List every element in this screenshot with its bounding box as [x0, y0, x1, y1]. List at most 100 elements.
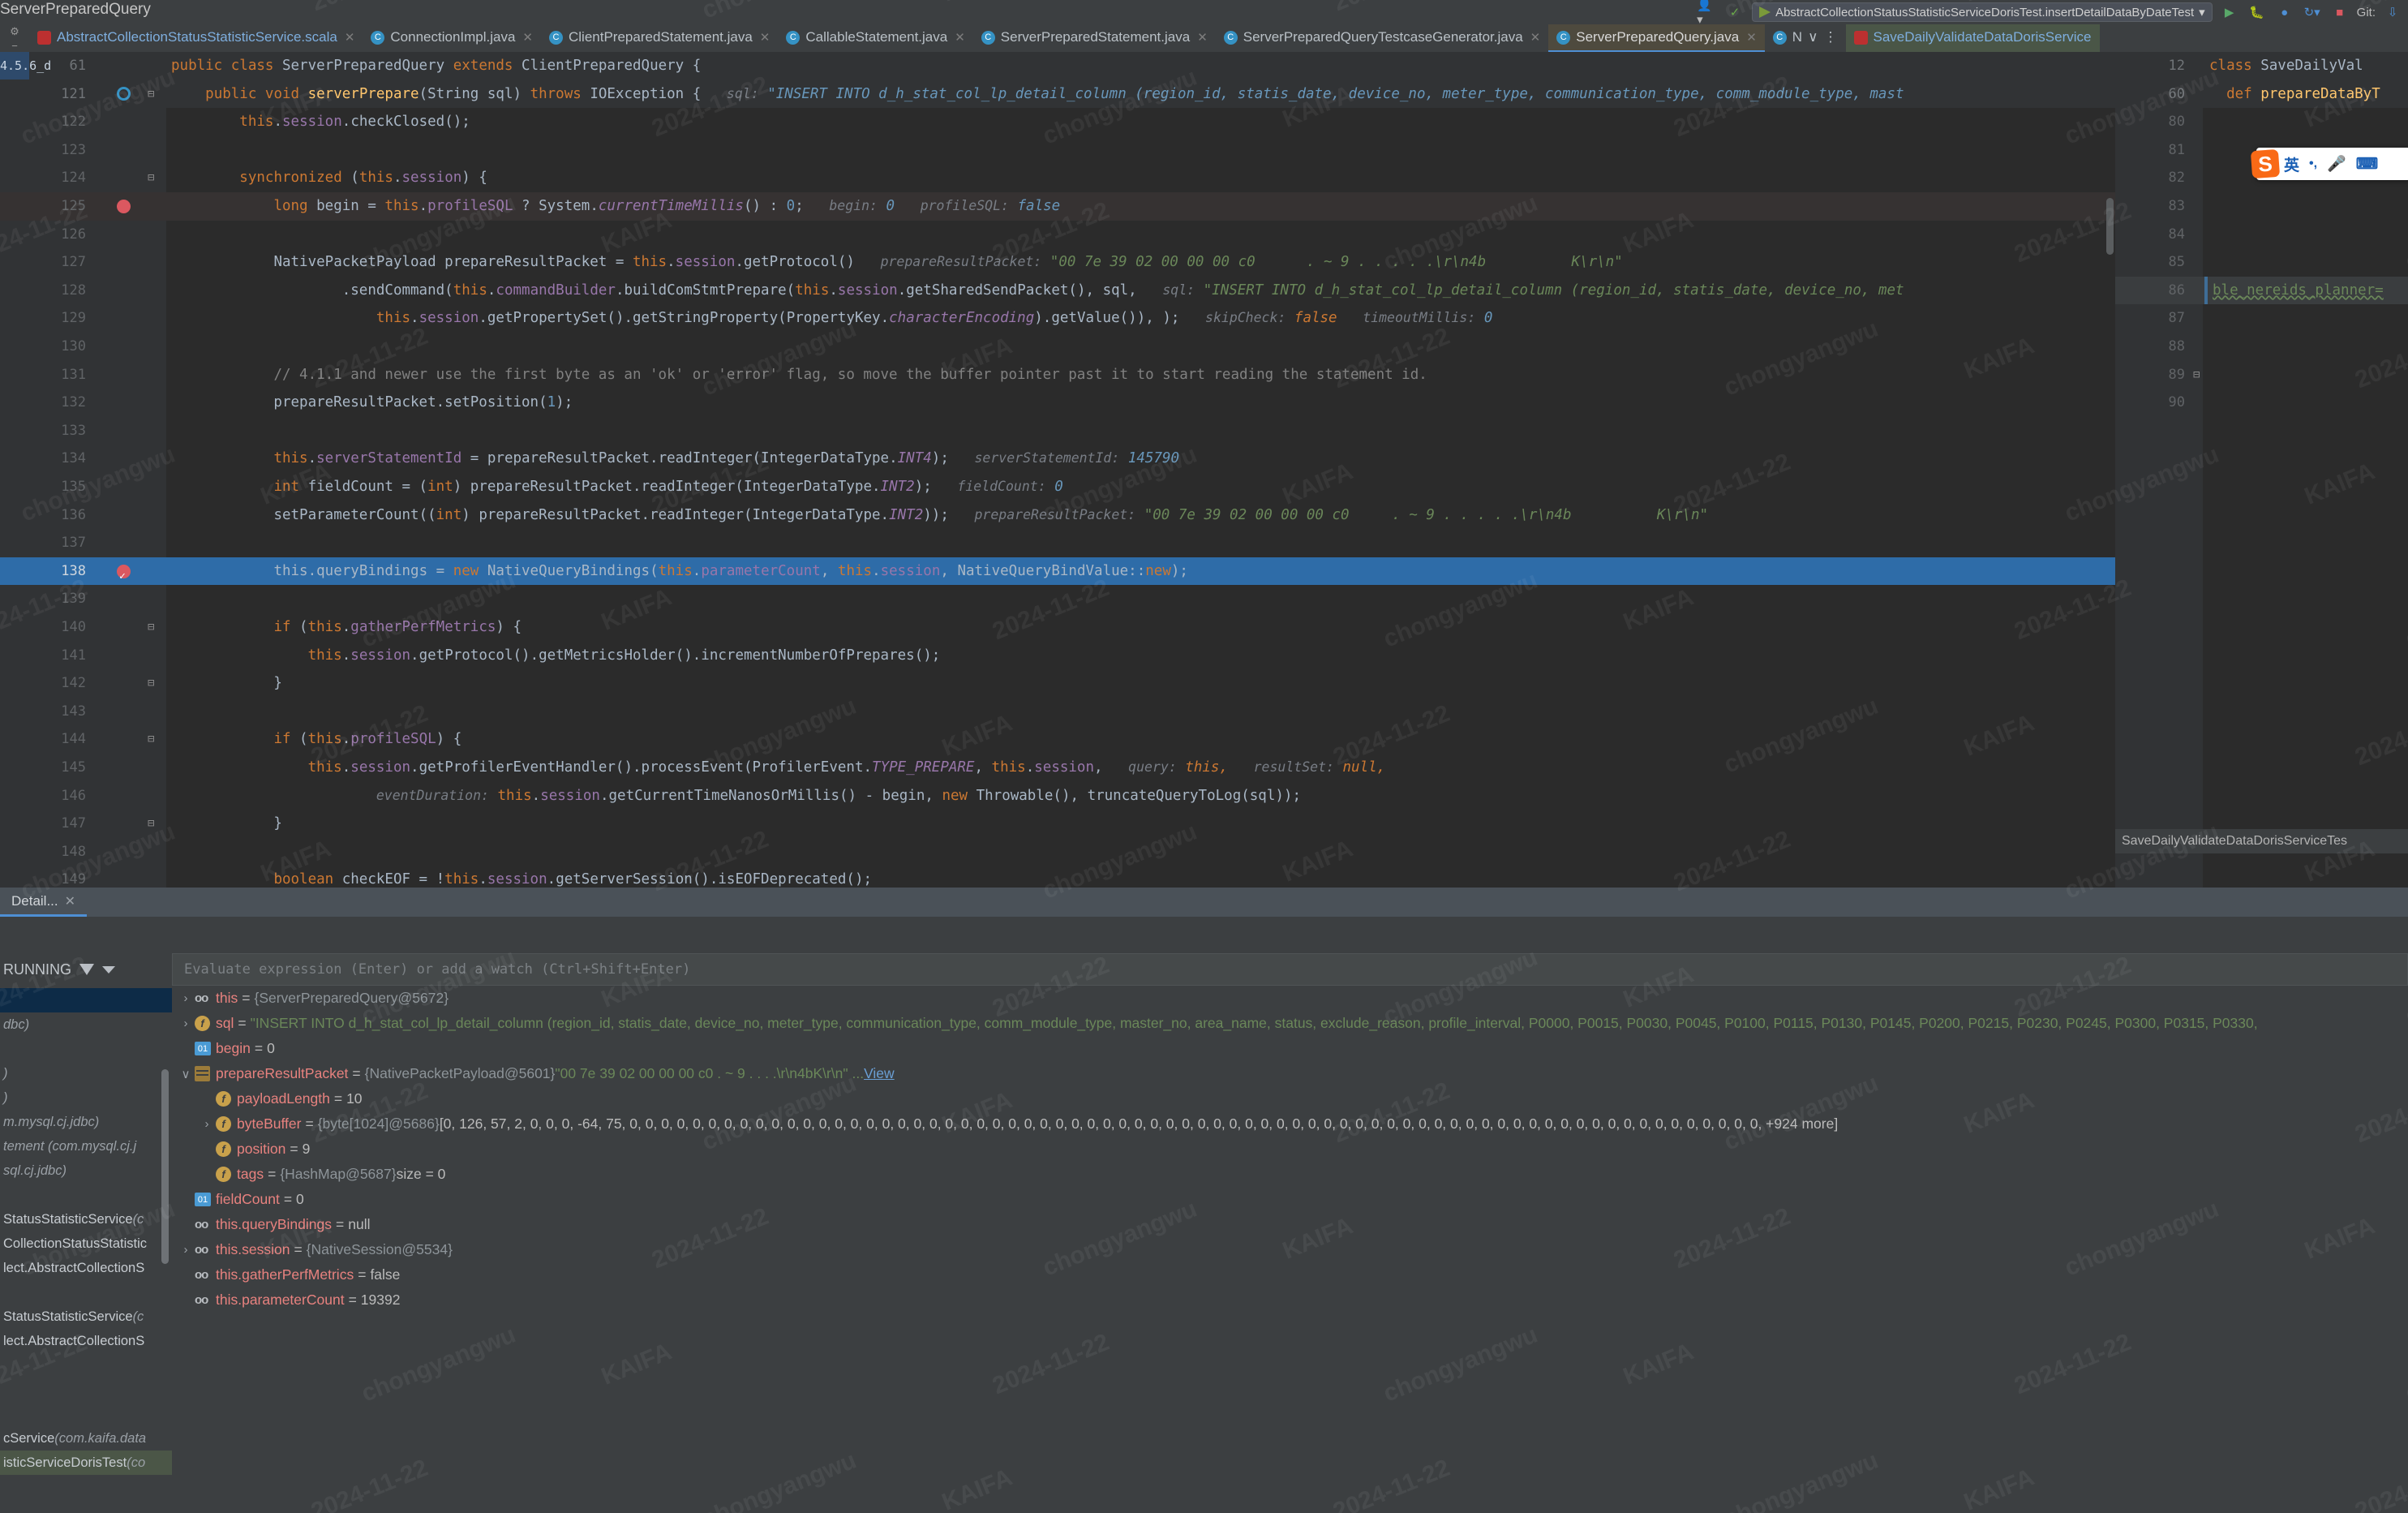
close-icon[interactable]: ✕	[1197, 30, 1208, 45]
gutter-marks[interactable]	[2193, 80, 2204, 109]
gutter-marks[interactable]	[97, 192, 166, 221]
tab-detail[interactable]: Detail... ✕	[0, 888, 88, 917]
split-code-line-87[interactable]: 87	[2115, 304, 2408, 333]
line-number[interactable]: 86	[2115, 277, 2193, 305]
gutter-marks[interactable]	[97, 361, 166, 389]
line-number[interactable]: 85	[2115, 248, 2193, 277]
git-update-icon[interactable]: ⇩	[2382, 2, 2403, 22]
code-lines[interactable]: 61 public class ServerPreparedQuery exten…	[0, 52, 2115, 888]
split-code-line-60[interactable]: 60 def prepareDataByT	[2115, 80, 2408, 109]
editor-tab-3[interactable]: C CallableStatement.java ✕	[778, 24, 972, 52]
frame-row[interactable]: dbc)	[0, 1012, 172, 1037]
line-number[interactable]: 81	[2115, 136, 2193, 165]
code-line-129[interactable]: 129 this.session.getPropertySet().getStr…	[0, 304, 2115, 333]
frame-row[interactable]: isticServiceDorisTest (co	[0, 1451, 172, 1475]
line-number[interactable]: 138	[0, 557, 97, 586]
code-line-141[interactable]: 141 this.session.getProtocol().getMetric…	[0, 642, 2115, 670]
rerun-button[interactable]: ↻▾	[2302, 2, 2323, 22]
minimize-icon[interactable]: −	[11, 40, 18, 52]
code-line-148[interactable]: 148	[0, 838, 2115, 866]
variable-row[interactable]: oo this.parameterCount = 19392	[172, 1287, 2408, 1313]
line-number[interactable]: 121	[0, 80, 97, 109]
variable-row[interactable]: › f sql = "INSERT INTO d_h_stat_col_lp_detai…	[172, 1011, 2408, 1036]
split-code-line-88[interactable]: 88	[2115, 333, 2408, 361]
line-number[interactable]: 82	[2115, 164, 2193, 192]
evaluate-expression-field[interactable]: Evaluate expression (Enter) or add a wat…	[172, 953, 2408, 986]
gutter-marks[interactable]	[97, 529, 166, 557]
line-number[interactable]: 140	[0, 613, 97, 642]
line-number[interactable]: 126	[0, 221, 97, 249]
code-line-139[interactable]: 139	[0, 585, 2115, 613]
line-number[interactable]: 122	[0, 108, 97, 136]
frame-row[interactable]	[0, 1183, 172, 1207]
keyboard-icon[interactable]: ⌨	[2351, 155, 2383, 174]
gutter-marks[interactable]: ⊟	[2193, 361, 2204, 389]
breakpoint-icon[interactable]	[117, 199, 131, 213]
frame-row[interactable]: )	[0, 1085, 172, 1110]
gutter-marks[interactable]	[2193, 221, 2204, 249]
split-code-line-86[interactable]: 86 ble_nereids_planner=	[2115, 276, 2408, 305]
gutter-marks[interactable]	[97, 136, 166, 165]
code-line-137[interactable]: 137	[0, 529, 2115, 557]
frame-row[interactable]: m.mysql.cj.jdbc)	[0, 1110, 172, 1134]
gutter-marks[interactable]	[97, 304, 166, 333]
variable-row[interactable]: oo this.queryBindings = null	[172, 1212, 2408, 1237]
run-method-icon[interactable]	[117, 87, 131, 101]
split-code-line-84[interactable]: 84	[2115, 221, 2408, 249]
line-number[interactable]: 12	[2115, 52, 2193, 80]
line-number[interactable]: 144	[0, 725, 97, 754]
frame-row[interactable]: sql.cj.jdbc)	[0, 1158, 172, 1183]
frame-row[interactable]: tement (com.mysql.cj.j	[0, 1134, 172, 1158]
stop-button[interactable]: ■	[2329, 2, 2350, 22]
gutter-marks[interactable]: ⊟	[97, 164, 166, 192]
gutter-marks[interactable]	[2193, 164, 2204, 192]
fold-icon[interactable]: ⊟	[148, 613, 154, 642]
close-icon[interactable]: ✕	[345, 30, 355, 45]
line-number[interactable]: 135	[0, 473, 97, 501]
fold-icon[interactable]: ⊟	[148, 810, 154, 838]
frame-row[interactable]	[0, 1037, 172, 1061]
variable-row[interactable]: › oo this = {ServerPreparedQuery@5672}	[172, 986, 2408, 1011]
variable-row[interactable]: f payloadLength = 10	[172, 1086, 2408, 1111]
code-line-123[interactable]: 123	[0, 136, 2115, 165]
gutter-marks[interactable]	[97, 389, 166, 417]
code-line-134[interactable]: 134 this.serverStatementId = prepareResu…	[0, 445, 2115, 473]
line-number[interactable]: 90	[2115, 389, 2193, 417]
frame-row[interactable]	[0, 1378, 172, 1402]
chevron-right-icon[interactable]: ›	[177, 1243, 195, 1257]
code-line-132[interactable]: 132 prepareResultPacket.setPosition(1);	[0, 389, 2115, 417]
gutter-marks[interactable]: ⊟	[97, 613, 166, 642]
editor-vertical-scrollbar[interactable]	[2106, 198, 2114, 255]
gutter-marks[interactable]	[97, 333, 166, 361]
variable-row[interactable]: f tags = {HashMap@5687} size = 0	[172, 1162, 2408, 1187]
debug-button[interactable]: 🐛	[2247, 2, 2268, 22]
run-with-coverage-button[interactable]: ●	[2274, 2, 2295, 22]
fold-icon[interactable]: ⊟	[2193, 361, 2200, 389]
split-code-line-85[interactable]: 85	[2115, 248, 2408, 277]
gutter-marks[interactable]	[97, 277, 166, 305]
line-number[interactable]: 142	[0, 669, 97, 698]
gutter-marks[interactable]	[2193, 192, 2204, 221]
fold-icon[interactable]: ⊟	[148, 725, 154, 754]
fold-icon[interactable]: ⊟	[148, 80, 154, 109]
variable-row[interactable]: oo this.gatherPerfMetrics = false	[172, 1262, 2408, 1287]
frames-scrollbar[interactable]	[161, 1069, 169, 1264]
code-line-140[interactable]: 140 ⊟ if (this.gatherPerfMetrics) {	[0, 613, 2115, 642]
code-line-61[interactable]: 61 public class ServerPreparedQuery exten…	[0, 52, 2115, 80]
gutter-marks[interactable]	[97, 698, 166, 726]
sogou-ime-popup[interactable]: S 英 •, 🎤 ⌨	[2250, 148, 2408, 180]
code-line-122[interactable]: 122 this.session.checkClosed();	[0, 108, 2115, 136]
variable-row[interactable]: › f byteBuffer = {byte[1024]@5686} [0, 126, …	[172, 1111, 2408, 1137]
fold-icon[interactable]: ⊟	[148, 669, 154, 698]
line-number[interactable]: 80	[2115, 108, 2193, 136]
variable-row[interactable]: › oo this.session = {NativeSession@5534}	[172, 1237, 2408, 1262]
fold-icon[interactable]: ⊟	[148, 164, 154, 192]
line-number[interactable]: 148	[0, 838, 97, 866]
chevron-down-icon[interactable]: ∨	[1808, 29, 1818, 45]
tab-overflow-group[interactable]: C N ∨ ⋮	[1765, 24, 1846, 52]
code-line-126[interactable]: 126	[0, 221, 2115, 249]
ime-language-toggle[interactable]: 英	[2279, 153, 2304, 175]
code-line-121[interactable]: 121 ⊟ public void serverPrepare(String sq…	[0, 80, 2115, 109]
gutter-marks[interactable]	[2193, 52, 2204, 80]
code-line-147[interactable]: 147 ⊟ }	[0, 810, 2115, 838]
